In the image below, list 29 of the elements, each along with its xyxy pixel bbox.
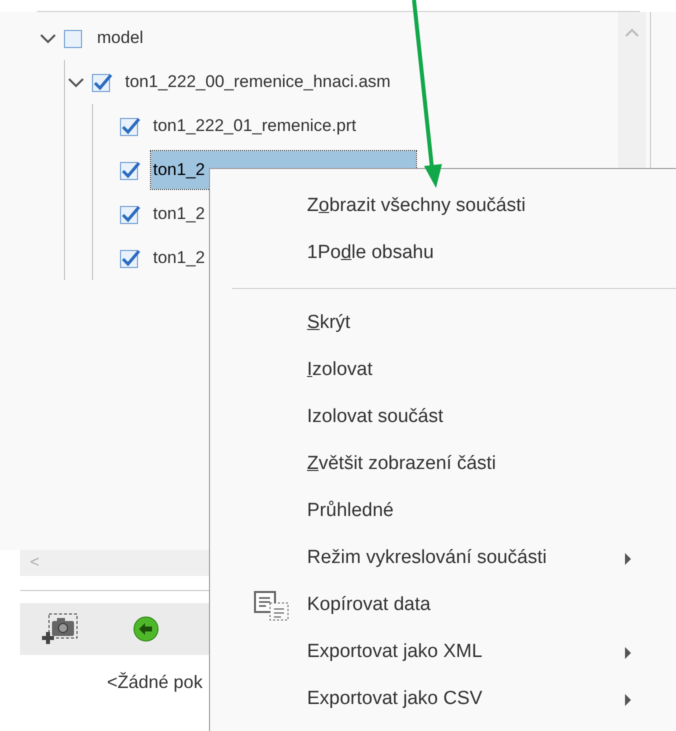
- menu-item[interactable]: Skrýt: [307, 309, 350, 338]
- checkbox[interactable]: [119, 247, 141, 269]
- submenu-arrow-icon: [624, 694, 632, 706]
- checkbox[interactable]: [63, 27, 85, 49]
- menu-item[interactable]: Exportovat jako CSV: [307, 685, 482, 714]
- tree-item[interactable]: ton1_2: [151, 239, 207, 277]
- submenu-arrow-icon: [624, 646, 632, 658]
- menu-item[interactable]: Průhledné: [307, 497, 394, 526]
- menu-item[interactable]: 1Podle obsahu: [307, 239, 434, 268]
- tree-item[interactable]: ton1_2: [151, 195, 207, 233]
- menu-item[interactable]: Izolovat součást: [307, 403, 444, 432]
- tree-item[interactable]: ton1_222_01_remenice.prt: [151, 107, 358, 145]
- menu-item[interactable]: Exportovat jako XML: [307, 638, 482, 667]
- copy-data-icon: [254, 590, 290, 620]
- checkbox[interactable]: [119, 203, 141, 225]
- tree-item[interactable]: model: [95, 19, 146, 57]
- menu-item[interactable]: Zvětšit zobrazení části: [307, 450, 496, 479]
- status-text: <Žádné pok: [107, 671, 204, 694]
- menu-item[interactable]: Kopírovat data: [307, 591, 431, 620]
- back-icon[interactable]: [132, 615, 160, 643]
- submenu-arrow-icon: [624, 552, 632, 564]
- checkbox[interactable]: [119, 115, 141, 137]
- menu-item[interactable]: Zobrazit všechny součásti: [307, 192, 526, 221]
- tree-item[interactable]: ton1_222_00_remenice_hnaci.asm: [123, 63, 393, 101]
- menu-item[interactable]: Režim vykreslování součásti: [307, 544, 547, 573]
- add-camera-icon[interactable]: [42, 612, 80, 646]
- checkbox[interactable]: [91, 71, 113, 93]
- menu-item[interactable]: Izolovat: [307, 356, 372, 385]
- checkbox[interactable]: [119, 159, 141, 181]
